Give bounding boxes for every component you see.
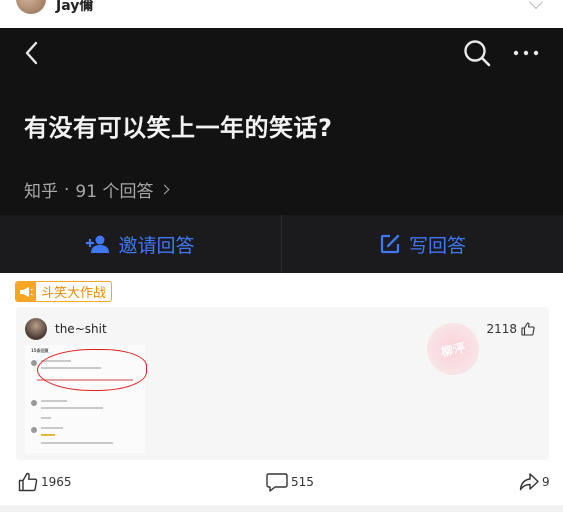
thumbs-up-icon [521,322,535,336]
question-source: 知乎 [24,182,58,202]
search-icon [464,40,491,67]
meta-dot: · [64,179,70,200]
avatar[interactable] [25,318,47,340]
search-button[interactable] [462,38,492,68]
avatar[interactable] [16,0,46,14]
share-count: 9 [542,475,550,489]
comment-icon [266,473,288,492]
question-meta[interactable]: 知乎 · 91 个回答 [24,177,170,202]
chevron-down-icon[interactable] [528,0,544,10]
share-icon [519,473,539,491]
previous-item-strip: Jay儞 [0,0,563,28]
comment-button[interactable]: 515 [266,472,314,492]
invite-answer-button[interactable]: 邀请回答 [0,215,281,273]
megaphone-icon [16,282,36,301]
previous-author-name[interactable]: Jay儞 [56,0,93,15]
edit-icon [380,234,400,254]
badge-label: 斗笑大作战 [41,286,107,301]
write-answer-button[interactable]: 写回答 [282,215,563,273]
answer-image[interactable]: 15条回复 [25,345,147,453]
question-card: 有没有可以笑上一年的笑话? 知乎 · 91 个回答 邀请回答 写回答 [0,28,563,273]
chevron-right-icon [160,184,170,195]
write-answer-label: 写回答 [408,234,466,257]
divider [0,505,563,512]
share-button[interactable]: 9 [519,472,550,492]
event-badge[interactable]: 斗笑大作战 [15,281,113,302]
page: Jay儞 有没有可以笑上一年的笑话? 知乎 · 91 个回答 邀请回答 写回答 … [0,0,563,512]
thumbs-up-icon [18,472,38,492]
like-button[interactable]: 1965 [18,472,72,492]
author-name[interactable]: the~shit [55,322,107,336]
stamp-watermark: 柳泙 [422,318,484,380]
invite-answer-label: 邀请回答 [118,234,195,257]
answer-count: 91 个回答 [75,182,154,202]
question-title[interactable]: 有没有可以笑上一年的笑话? [24,108,332,143]
back-button[interactable] [20,40,46,66]
add-user-icon [86,235,110,253]
more-button[interactable] [511,38,541,68]
answer-like-value: 2118 [486,322,517,336]
more-icon [513,50,539,56]
like-count: 1965 [41,475,72,489]
answer-like-count[interactable]: 2118 [486,322,535,336]
comment-count: 515 [291,475,314,489]
answer-action-bar: 1965 515 9 [0,470,563,498]
action-bar: 邀请回答 写回答 [0,215,563,273]
answer-card[interactable]: the~shit 柳泙 2118 15条回复 [16,307,549,460]
chevron-left-icon [25,41,38,65]
